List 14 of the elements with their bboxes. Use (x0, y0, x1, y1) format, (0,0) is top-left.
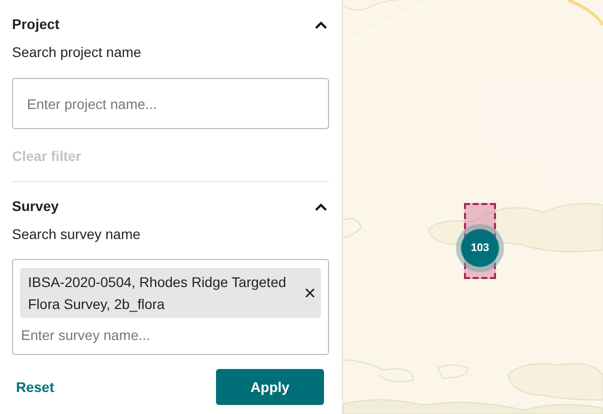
apply-button[interactable]: Apply (216, 369, 324, 405)
field-label: Search project name (12, 43, 142, 62)
close-icon (305, 288, 315, 298)
search-field[interactable]: Enter project name... (12, 78, 329, 129)
remove-button[interactable] (305, 288, 315, 298)
field-label: Search survey name (12, 225, 140, 244)
section-title: Project (12, 15, 60, 34)
chip-label: IBSA-2020-0504, Rhodes Ridge Targeted Flora Survey, 2b_flora (28, 273, 288, 314)
reset-button[interactable]: Reset (16, 376, 54, 398)
chevron-icon (314, 20, 328, 30)
collapse-button[interactable] (314, 202, 328, 212)
collapse-button[interactable] (314, 20, 328, 30)
chevron-icon (314, 202, 328, 212)
section-title: Survey (12, 197, 59, 216)
